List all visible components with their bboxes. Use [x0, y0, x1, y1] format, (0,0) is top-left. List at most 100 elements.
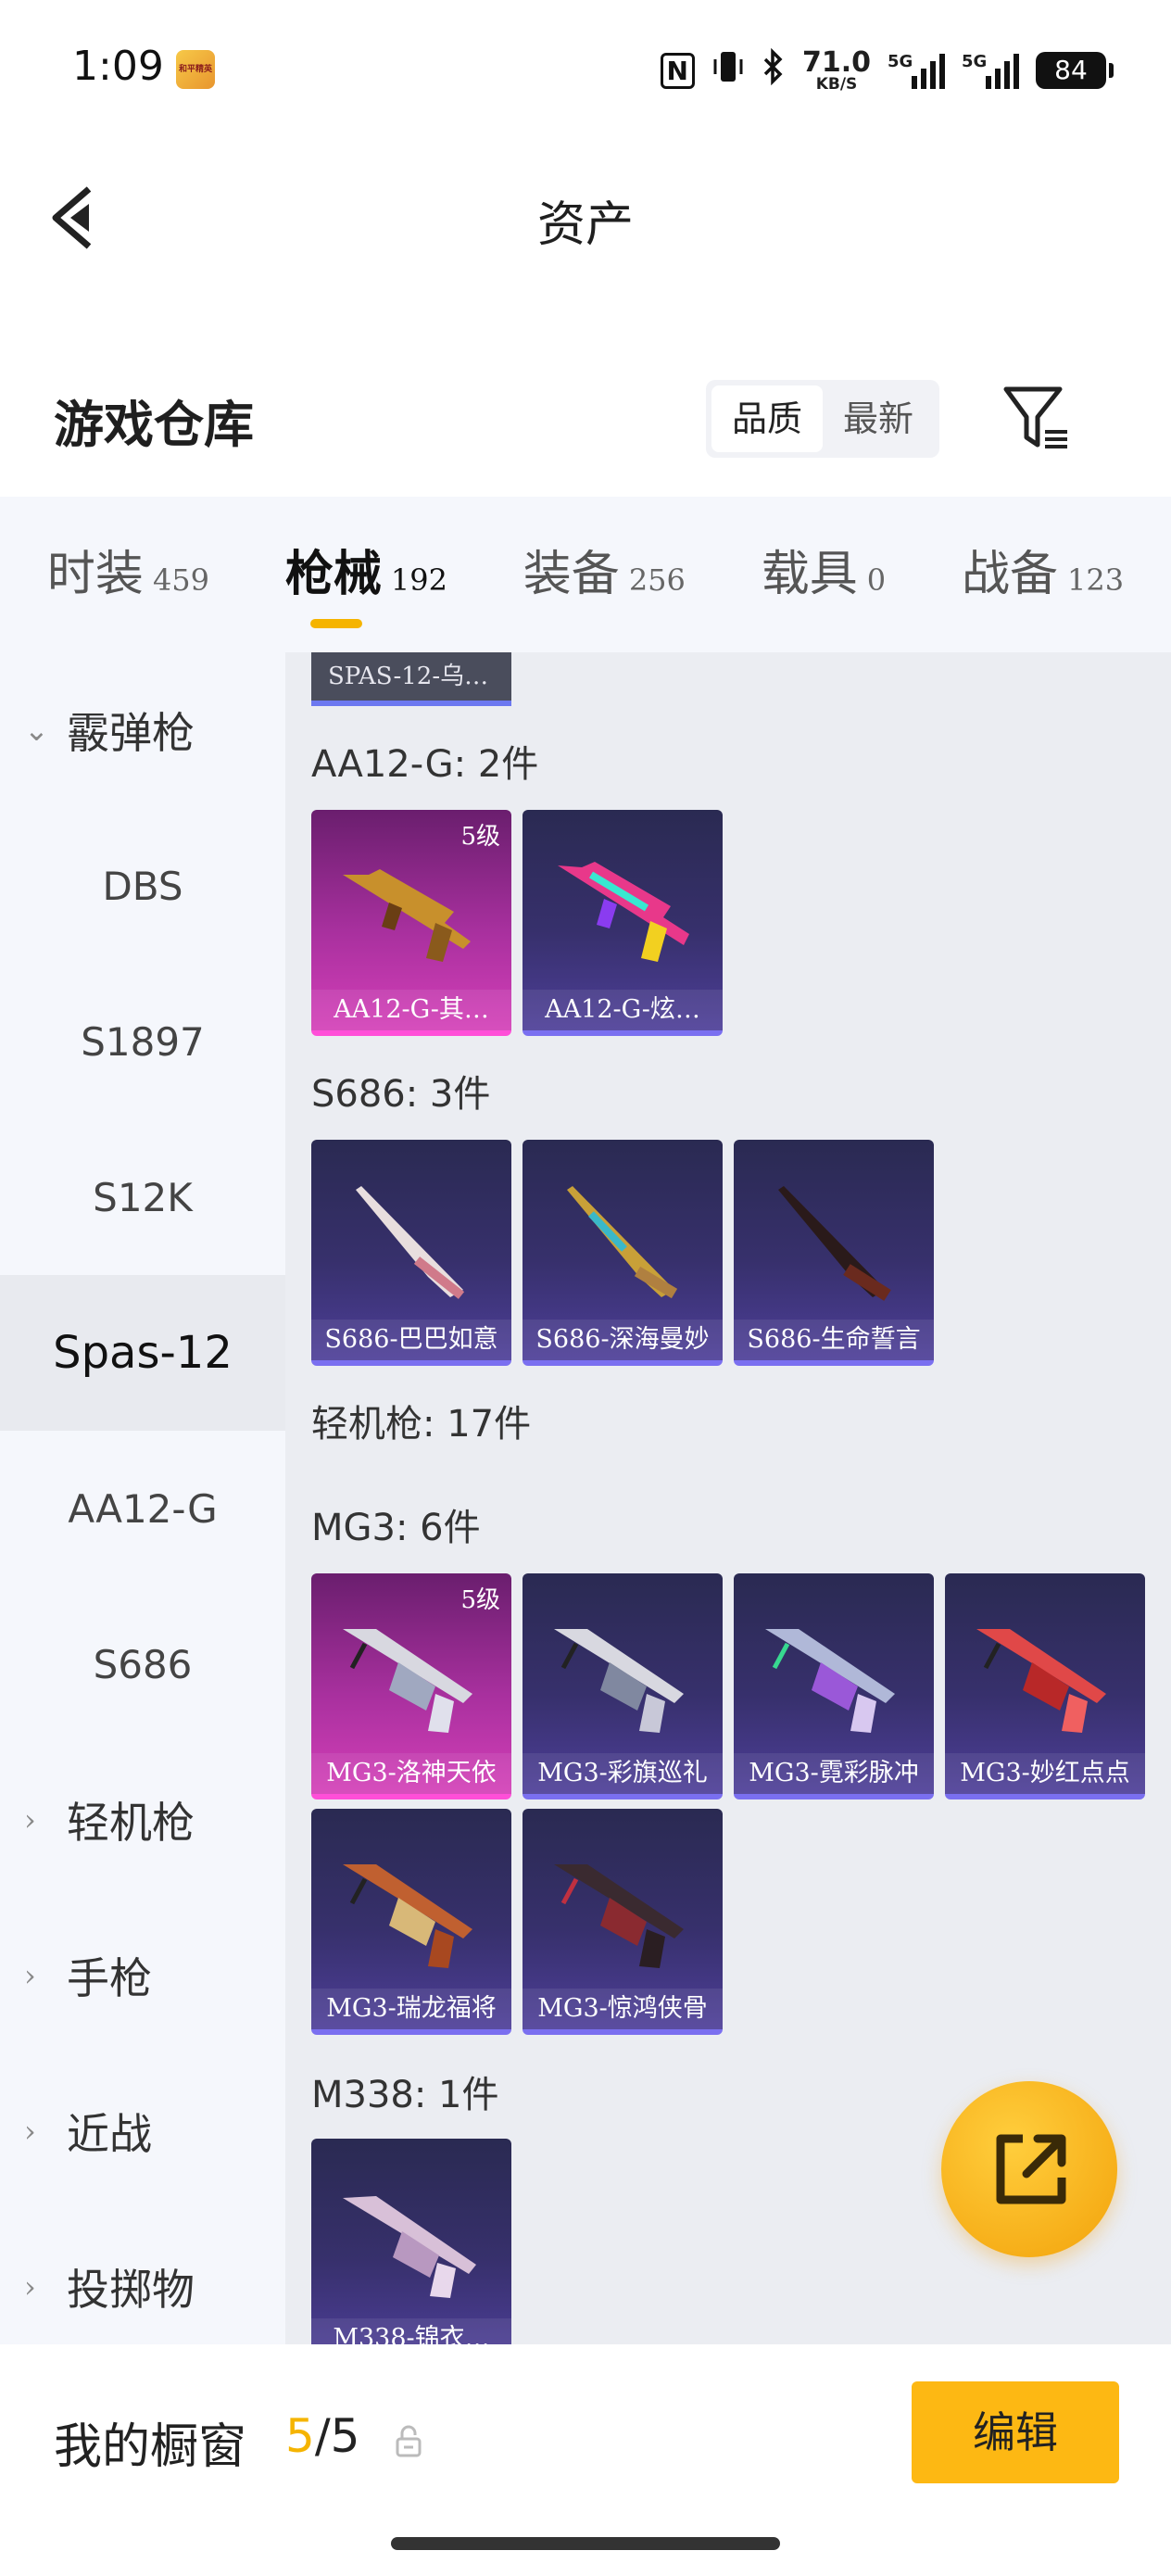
item-card[interactable]: M338-锦衣… — [311, 2139, 511, 2344]
showcase-label: 我的橱窗 — [54, 2419, 247, 2475]
machine-gun-icon — [343, 2196, 476, 2298]
item-card[interactable]: 5级 AA12-G-其… — [311, 810, 511, 1036]
item-card[interactable]: S686-生命誓言 — [734, 1140, 934, 1366]
sidebar-item-aa12g[interactable]: AA12-G — [0, 1431, 285, 1586]
group-label: MG3: 6件 — [311, 1507, 481, 1549]
sidebar-item-label: 手枪 — [67, 1953, 152, 2003]
signal-2-tag: 5G — [962, 52, 988, 71]
active-tab-indicator — [310, 619, 363, 628]
item-card[interactable]: AA12-G-炫… — [523, 810, 723, 1036]
item-card[interactable]: MG3-妙红点点 — [945, 1573, 1145, 1799]
tab-supplies[interactable]: 战备 123 — [962, 528, 1124, 621]
group-label: M338: 1件 — [311, 2074, 499, 2116]
chevron-right-icon: › — [24, 1958, 36, 1993]
item-card[interactable]: S686-深海曼妙 — [523, 1140, 723, 1366]
network-speed-unit: KB/S — [815, 74, 858, 94]
tab-equipment[interactable]: 装备 256 — [523, 528, 686, 621]
chevron-right-icon: › — [24, 2114, 36, 2149]
tab-label: 枪械 — [284, 546, 382, 602]
item-card[interactable]: MG3-惊鸿侠骨 — [523, 1809, 723, 2035]
machine-gun-icon — [554, 1864, 684, 1968]
signal-2-icon: 5G — [962, 52, 1019, 89]
sidebar-category-lmg[interactable]: › 轻机枪 — [0, 1742, 285, 1898]
sidebar-category-melee[interactable]: › 近战 — [0, 2053, 285, 2209]
sidebar-item-label: 投掷物 — [67, 2265, 195, 2315]
warehouse-title: 游戏仓库 — [54, 395, 254, 454]
status-time: 1:09 — [72, 43, 164, 90]
tab-label: 装备 — [523, 547, 620, 602]
tab-count: 459 — [152, 562, 210, 598]
item-name: MG3-彩旗巡礼 — [523, 1753, 723, 1794]
shotgun-icon — [778, 1186, 891, 1301]
sidebar-item-label: Spas-12 — [53, 1327, 233, 1379]
sidebar-item-label: 轻机枪 — [67, 1798, 195, 1848]
level-badge: 5级 — [460, 823, 500, 851]
share-external-icon — [996, 2134, 1066, 2204]
showcase-count-separator: / — [314, 2409, 331, 2463]
tab-label: 时装 — [46, 547, 144, 602]
item-name: S686-巴巴如意 — [311, 1320, 511, 1360]
signal-1-tag: 5G — [888, 52, 913, 71]
chevron-right-icon: › — [24, 1802, 36, 1837]
tab-label: 战备 — [961, 547, 1058, 602]
lock-icon — [396, 2425, 422, 2457]
tab-count: 192 — [390, 562, 447, 598]
sidebar-item-label: 近战 — [67, 2109, 152, 2159]
machine-gun-icon — [343, 1629, 472, 1733]
network-speed-value: 71.0 — [801, 45, 871, 79]
sidebar-item-s12k[interactable]: S12K — [0, 1119, 285, 1275]
machine-gun-icon — [765, 1629, 895, 1733]
filter-button[interactable] — [1001, 382, 1073, 454]
partial-item-card[interactable]: SPAS-12-乌… — [311, 652, 511, 706]
share-showcase-button[interactable] — [941, 2081, 1117, 2257]
chevron-down-icon: ⌄ — [24, 713, 49, 748]
item-name: MG3-洛神天依 — [311, 1753, 511, 1794]
shotgun-icon — [356, 1186, 465, 1299]
level-badge: 5级 — [460, 1586, 500, 1614]
status-bar: 1:09 和平精英 N 71.0 KB/S 5G 5G 84 — [0, 0, 1171, 139]
edit-button[interactable]: 编辑 — [912, 2381, 1119, 2483]
machine-gun-icon — [554, 1629, 684, 1733]
home-indicator[interactable] — [391, 2537, 780, 2550]
showcase-count-total: 5 — [330, 2409, 360, 2463]
tab-count: 123 — [1066, 562, 1125, 598]
sidebar-item-dbs[interactable]: DBS — [0, 808, 285, 964]
battery-icon: 84 — [1036, 52, 1114, 89]
item-card[interactable]: MG3-彩旗巡礼 — [523, 1573, 723, 1799]
machine-gun-icon — [976, 1629, 1106, 1733]
item-card[interactable]: MG3-瑞龙福将 — [311, 1809, 511, 2035]
sidebar-item-s1897[interactable]: S1897 — [0, 964, 285, 1119]
tab-guns[interactable]: 枪械 192 — [284, 528, 447, 628]
tab-count: 256 — [628, 562, 686, 598]
sort-toggle: 品质 最新 — [706, 380, 939, 458]
item-card[interactable]: 5级 MG3-洛神天依 — [311, 1573, 511, 1799]
sidebar-item-label: S1897 — [81, 1018, 205, 1065]
item-name: MG3-妙红点点 — [945, 1753, 1145, 1794]
item-name: MG3-瑞龙福将 — [311, 1989, 511, 2029]
sidebar-category-pistol[interactable]: › 手枪 — [0, 1898, 285, 2053]
sidebar-item-label: 霰弹枪 — [67, 708, 195, 758]
sort-quality-button[interactable]: 品质 — [711, 385, 823, 452]
sidebar-category-shotgun[interactable]: ⌄ 霰弹枪 — [0, 652, 285, 808]
showcase-count: 5/5 — [285, 2409, 359, 2463]
item-name: MG3-惊鸿侠骨 — [523, 1989, 723, 2029]
item-name: AA12-G-炫… — [523, 990, 723, 1030]
sidebar-category-throwable[interactable]: › 投掷物 — [0, 2209, 285, 2344]
sidebar-item-s686[interactable]: S686 — [0, 1586, 285, 1742]
item-name: S686-深海曼妙 — [523, 1320, 723, 1360]
tab-vehicles[interactable]: 载具 0 — [762, 528, 886, 621]
sidebar-item-label: S686 — [93, 1641, 193, 1687]
network-speed: 71.0 KB/S — [801, 45, 871, 94]
sort-newest-button[interactable]: 最新 — [823, 385, 934, 452]
sidebar-item-spas12[interactable]: Spas-12 — [0, 1275, 285, 1431]
chevron-right-icon: › — [24, 2269, 36, 2305]
item-card[interactable]: MG3-霓彩脉冲 — [734, 1573, 934, 1799]
shotgun-icon — [567, 1186, 678, 1299]
tab-fashion[interactable]: 时装 459 — [47, 528, 209, 621]
sidebar-item-label: S12K — [93, 1174, 193, 1220]
item-name: MG3-霓彩脉冲 — [734, 1753, 934, 1794]
tab-count: 0 — [866, 562, 887, 598]
item-name: M338-锦衣… — [311, 2318, 511, 2344]
item-card[interactable]: S686-巴巴如意 — [311, 1140, 511, 1366]
game-app-icon: 和平精英 — [176, 50, 215, 89]
